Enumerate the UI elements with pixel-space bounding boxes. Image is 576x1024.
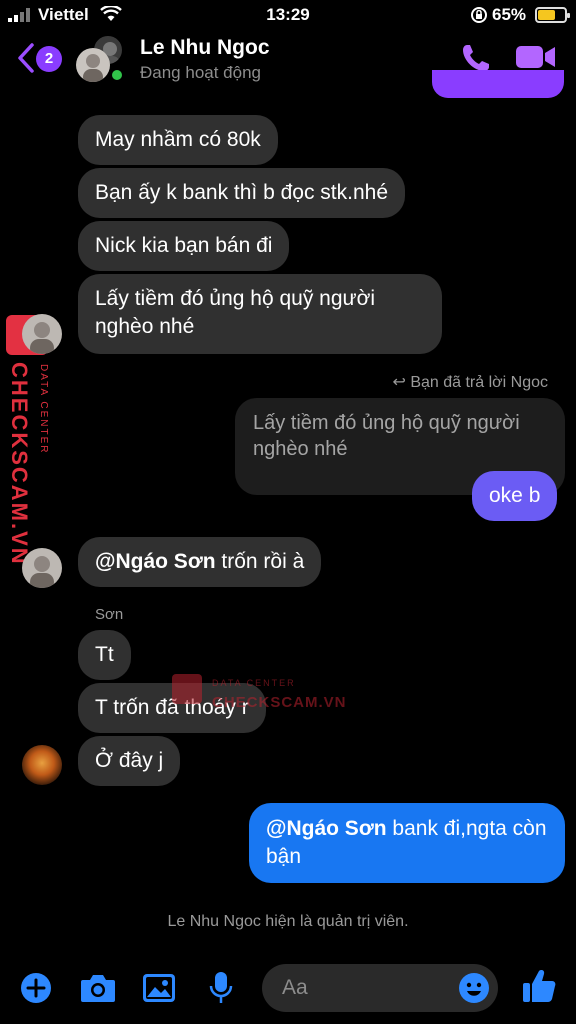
sender-name: Sơn: [95, 606, 124, 623]
message-bubble[interactable]: @Ngáo Sơn trốn rồi à: [78, 537, 322, 587]
message-text: Nick kia bạn bán đi: [95, 234, 273, 257]
battery-percent: 65%: [492, 5, 527, 24]
reply-icon: ↩: [392, 374, 411, 391]
message-text: Lấy tiềm đó ủng hộ quỹ người nghèo nhé: [95, 287, 376, 338]
watermark-brand: CHECKSCAM.VN: [212, 694, 347, 711]
reply-note-text: Bạn đã trả lời Ngoc: [410, 374, 548, 391]
mention[interactable]: @Ngáo Sơn: [95, 550, 216, 573]
watermark-lock-icon: [172, 674, 202, 704]
thumbs-up-icon[interactable]: [522, 968, 556, 1004]
composer-bar: Aa: [0, 960, 576, 1024]
mention[interactable]: @Ngáo Sơn: [266, 817, 387, 840]
camera-icon[interactable]: [80, 973, 116, 1003]
sender-avatar[interactable]: [22, 314, 62, 354]
gallery-icon[interactable]: [142, 973, 176, 1003]
contact-status: Đang hoạt động: [140, 63, 261, 82]
contact-name[interactable]: Le Nhu Ngoc: [140, 36, 270, 60]
message-bubble[interactable]: Tt: [78, 630, 131, 680]
emoji-icon[interactable]: [458, 972, 490, 1004]
message-text: Tt: [95, 643, 114, 666]
plus-icon[interactable]: [20, 972, 52, 1004]
message-text: trốn rồi à: [215, 550, 305, 573]
message-text: May nhầm có 80k: [95, 128, 261, 151]
orientation-lock-icon: [471, 7, 487, 23]
input-placeholder: Aa: [282, 976, 308, 999]
quoted-text: Lấy tiềm đó ủng hộ quỹ người nghèo nhé: [253, 412, 520, 460]
my-message-bubble[interactable]: @Ngáo Sơn bank đi,ngta còn bận: [249, 803, 565, 883]
mic-icon[interactable]: [208, 971, 234, 1005]
reply-note: ↩ Bạn đã trả lời Ngoc: [392, 372, 548, 392]
watermark-brand: CHECKSCAM.VN: [7, 362, 32, 566]
message-bubble[interactable]: May nhầm có 80k: [78, 115, 278, 165]
status-bar: Viettel 13:29 65%: [0, 0, 576, 30]
back-icon[interactable]: [16, 42, 36, 74]
message-bubble[interactable]: Bạn ấy k bank thì b đọc stk.nhé: [78, 168, 406, 218]
watermark-sub: DATA CENTER: [38, 364, 49, 455]
unread-badge[interactable]: 2: [36, 46, 62, 72]
clock: 13:29: [266, 5, 310, 24]
sender-avatar[interactable]: [22, 548, 62, 588]
message-bubble[interactable]: Lấy tiềm đó ủng hộ quỹ người nghèo nhé: [78, 274, 442, 354]
watermark-sub: DATA CENTER: [212, 678, 296, 688]
battery-icon: [535, 7, 570, 23]
message-bubble[interactable]: Ở đây j: [78, 736, 181, 786]
message-text: oke b: [489, 484, 541, 507]
system-message: Le Nhu Ngoc hiện là quản trị viên.: [167, 913, 409, 930]
message-text: Ở đây j: [95, 749, 164, 772]
video-call-icon[interactable]: [516, 44, 556, 70]
previous-message-edge: [432, 70, 564, 98]
sender-avatar[interactable]: [22, 745, 62, 785]
message-text: Bạn ấy k bank thì b đọc stk.nhé: [95, 181, 389, 204]
group-avatar[interactable]: [76, 48, 110, 82]
online-indicator: [110, 68, 124, 82]
message-bubble[interactable]: Nick kia bạn bán đi: [78, 221, 290, 271]
watermark-center: DATA CENTER CHECKSCAM.VN: [172, 672, 362, 718]
my-message-bubble[interactable]: oke b: [472, 471, 558, 521]
